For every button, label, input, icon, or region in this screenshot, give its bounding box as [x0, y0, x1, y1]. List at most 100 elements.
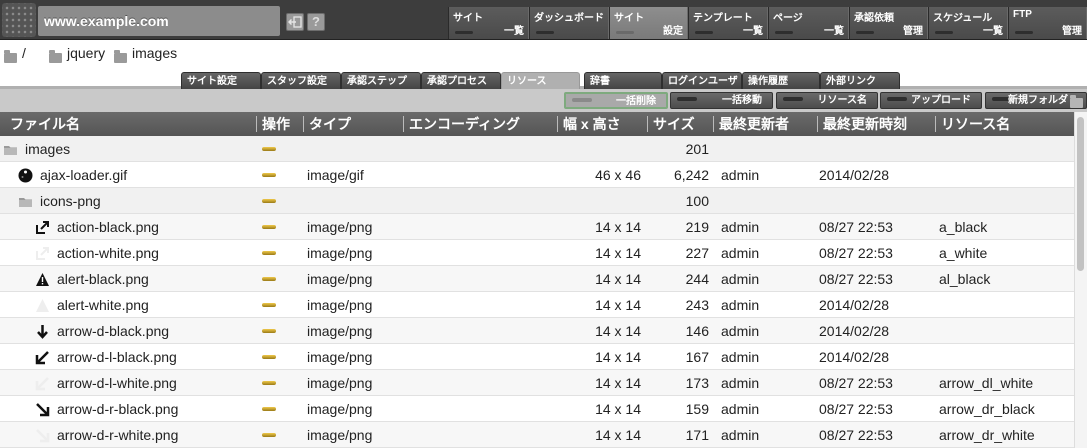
resource-name — [939, 188, 1072, 214]
arrow-down-right-white-icon — [35, 428, 50, 443]
table-row[interactable]: arrow-d-r-white.png image/png 14 x 14 171 ad… — [0, 422, 1074, 448]
col-size[interactable]: サイズ — [647, 112, 695, 136]
operation-menu-icon[interactable] — [262, 381, 276, 385]
file-dimensions: 14 x 14 — [595, 349, 641, 365]
nav-label-top: サイト — [453, 13, 483, 24]
operation-menu-icon[interactable] — [262, 251, 276, 255]
col-resource-name[interactable]: リソース名 — [935, 112, 1010, 136]
file-name[interactable]: arrow-d-l-black.png — [57, 344, 250, 370]
nav-schedule-list[interactable]: スケジュール 一覧 — [928, 7, 1008, 39]
table-row[interactable]: ajax-loader.gif image/gif 46 x 46 6,242 admi… — [0, 162, 1074, 188]
button-indicator — [783, 97, 803, 101]
nav-approval-manage[interactable]: 承認依頼 管理 — [849, 7, 928, 39]
nav-page-list[interactable]: ページ 一覧 — [768, 7, 849, 39]
nav-template-list[interactable]: テンプレート 一覧 — [688, 7, 768, 39]
new-folder-icon — [1070, 95, 1083, 111]
tab-login-users[interactable]: ログインユーザ — [662, 72, 742, 89]
table-row[interactable]: arrow-d-r-black.png image/png 14 x 14 159 ad… — [0, 396, 1074, 422]
updated-at: 08/27 22:53 — [819, 271, 893, 287]
updated-at: 2014/02/28 — [819, 349, 890, 365]
table-row[interactable]: arrow-d-l-black.png image/png 14 x 14 167 ad… — [0, 344, 1074, 370]
operation-menu-icon[interactable] — [262, 407, 276, 411]
tab-dictionary[interactable]: 辞書 — [584, 72, 662, 89]
file-name[interactable]: arrow-d-r-white.png — [57, 422, 250, 448]
help-button[interactable]: ? — [307, 13, 325, 31]
resource-name — [939, 162, 1072, 188]
breadcrumb-root[interactable]: / — [22, 45, 26, 61]
operation-menu-icon[interactable] — [262, 199, 276, 203]
col-encoding[interactable]: エンコーディング — [403, 112, 520, 136]
file-name[interactable]: arrow-d-black.png — [57, 318, 250, 344]
tab-site-settings[interactable]: サイト設定 — [181, 72, 261, 89]
tab-external-links[interactable]: 外部リンク — [820, 72, 900, 89]
table-row[interactable]: images 201 — [0, 136, 1074, 162]
table-row[interactable]: arrow-d-black.png image/png 14 x 14 146 admi… — [0, 318, 1074, 344]
col-updated-at[interactable]: 最終更新時刻 — [817, 112, 907, 136]
tab-operation-history[interactable]: 操作履歴 — [742, 72, 820, 89]
updated-at — [819, 188, 932, 214]
file-name[interactable]: alert-white.png — [57, 292, 250, 318]
operation-menu-icon[interactable] — [262, 355, 276, 359]
file-size: 244 — [685, 271, 709, 287]
table-row[interactable]: alert-white.png image/png 14 x 14 243 admin 2… — [0, 292, 1074, 318]
upload-button[interactable]: アップロード — [880, 92, 982, 109]
tab-resources[interactable]: リソース — [501, 72, 580, 89]
tab-approval-steps[interactable]: 承認ステップ — [341, 72, 421, 89]
operation-menu-icon[interactable] — [262, 147, 276, 151]
button-indicator — [887, 97, 907, 101]
operation-menu-icon[interactable] — [262, 225, 276, 229]
new-folder-button[interactable]: 新規フォルダ — [985, 92, 1087, 109]
bulk-move-button[interactable]: 一括移動 — [670, 92, 773, 109]
bulk-delete-button[interactable]: 一括削除 — [564, 92, 668, 109]
file-name[interactable]: icons-png — [40, 188, 250, 214]
breadcrumb-item-jquery[interactable]: jquery — [67, 45, 105, 61]
col-operation[interactable]: 操作 — [256, 112, 290, 136]
nav-ftp-manage[interactable]: FTP 管理 — [1008, 7, 1087, 39]
table-row[interactable]: action-black.png image/png 14 x 14 219 admin… — [0, 214, 1074, 240]
resource-name: al_black — [939, 271, 991, 287]
file-name[interactable]: arrow-d-r-black.png — [57, 396, 250, 422]
nav-dashboard[interactable]: ダッシュボード — [529, 7, 609, 39]
col-type[interactable]: タイプ — [303, 112, 351, 136]
file-name[interactable]: action-black.png — [57, 214, 250, 240]
tab-staff-settings[interactable]: スタッフ設定 — [261, 72, 341, 89]
updated-by: admin — [721, 349, 760, 365]
file-type: image/png — [307, 323, 373, 339]
table-row[interactable]: action-white.png image/png 14 x 14 227 admin… — [0, 240, 1074, 266]
file-name[interactable]: alert-black.png — [57, 266, 250, 292]
nav-site-settings[interactable]: サイト 設定 — [609, 7, 688, 39]
file-type: image/png — [307, 219, 373, 235]
site-host-label[interactable]: www.example.com — [38, 6, 280, 36]
table-row[interactable]: icons-png 100 — [0, 188, 1074, 214]
operation-menu-icon[interactable] — [262, 277, 276, 281]
tab-approval-process[interactable]: 承認プロセス — [421, 72, 501, 89]
button-label: リソース名 — [817, 95, 868, 106]
file-name[interactable]: arrow-d-l-white.png — [57, 370, 250, 396]
operation-menu-icon[interactable] — [262, 303, 276, 307]
operation-menu-icon[interactable] — [262, 173, 276, 177]
resource-name-button[interactable]: リソース名 — [776, 92, 878, 109]
breadcrumb-item-images[interactable]: images — [132, 45, 177, 61]
operation-menu-icon[interactable] — [262, 329, 276, 333]
col-filename[interactable]: ファイル名 — [4, 112, 80, 136]
operation-menu-icon[interactable] — [262, 433, 276, 437]
col-dimensions[interactable]: 幅 x 高さ — [557, 112, 621, 136]
nav-label-bottom: 管理 — [1062, 26, 1082, 37]
file-size: 146 — [685, 323, 709, 339]
resource-name — [939, 136, 1072, 162]
loader-icon — [18, 168, 33, 183]
table-row[interactable]: arrow-d-l-white.png image/png 14 x 14 173 ad… — [0, 370, 1074, 396]
file-name[interactable]: action-white.png — [57, 240, 250, 266]
file-type: image/png — [307, 401, 373, 417]
col-updated-by[interactable]: 最終更新者 — [713, 112, 789, 136]
updated-at: 2014/02/28 — [819, 323, 890, 339]
app-logo-grid-icon[interactable] — [2, 3, 36, 37]
file-name[interactable]: ajax-loader.gif — [40, 162, 250, 188]
file-dimensions: 14 x 14 — [595, 323, 641, 339]
alert-icon — [35, 272, 50, 287]
logout-button[interactable] — [286, 13, 304, 31]
scrollbar-thumb[interactable] — [1077, 117, 1084, 271]
file-name[interactable]: images — [25, 136, 250, 162]
nav-site-list[interactable]: サイト 一覧 — [448, 7, 529, 39]
table-row[interactable]: alert-black.png image/png 14 x 14 244 admin 0… — [0, 266, 1074, 292]
